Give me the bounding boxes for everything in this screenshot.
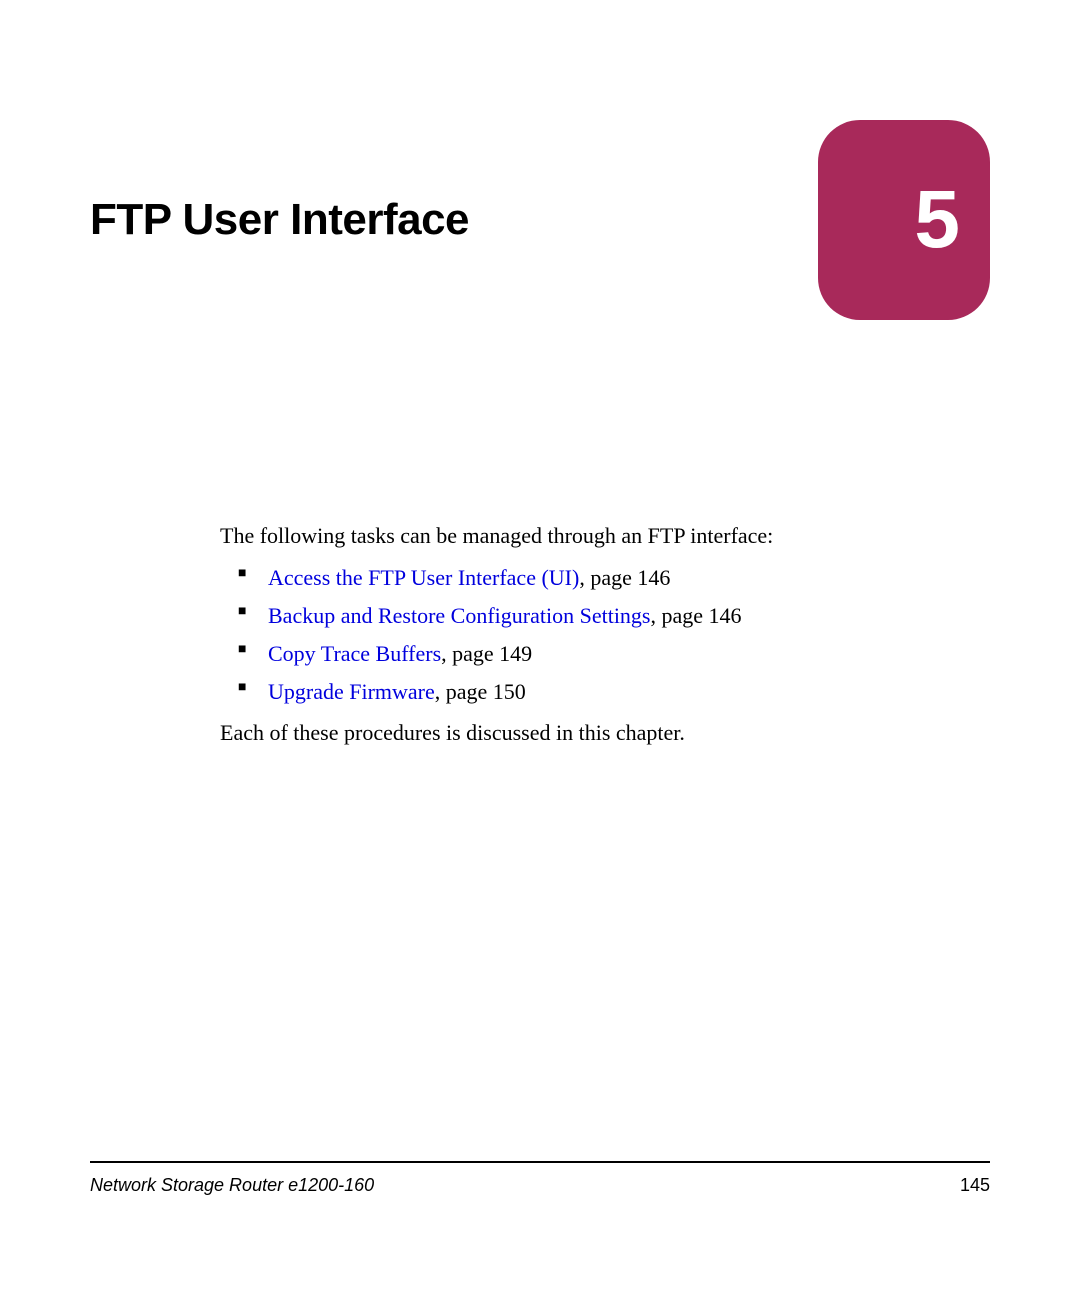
task-list: Access the FTP User Interface (UI), page… (238, 562, 990, 708)
cross-reference-link[interactable]: Upgrade Firmware (268, 679, 435, 704)
closing-paragraph: Each of these procedures is discussed in… (220, 717, 990, 749)
chapter-title: FTP User Interface (90, 195, 469, 245)
page-reference: , page 146 (651, 603, 742, 628)
cross-reference-link[interactable]: Backup and Restore Configuration Setting… (268, 603, 651, 628)
page-reference: , page 149 (441, 641, 532, 666)
list-item: Upgrade Firmware, page 150 (238, 676, 990, 708)
cross-reference-link[interactable]: Copy Trace Buffers (268, 641, 441, 666)
page-footer: Network Storage Router e1200-160 145 (90, 1175, 990, 1196)
footer-document-title: Network Storage Router e1200-160 (90, 1175, 374, 1196)
cross-reference-link[interactable]: Access the FTP User Interface (UI) (268, 565, 579, 590)
intro-paragraph: The following tasks can be managed throu… (220, 520, 990, 552)
chapter-badge: 5 (818, 120, 990, 320)
list-item: Backup and Restore Configuration Setting… (238, 600, 990, 632)
document-page: FTP User Interface 5 The following tasks… (0, 0, 1080, 1296)
footer-rule (90, 1161, 990, 1163)
list-item: Copy Trace Buffers, page 149 (238, 638, 990, 670)
page-reference: , page 150 (435, 679, 526, 704)
page-reference: , page 146 (579, 565, 670, 590)
list-item: Access the FTP User Interface (UI), page… (238, 562, 990, 594)
chapter-number: 5 (914, 173, 960, 267)
chapter-content: The following tasks can be managed throu… (220, 520, 990, 749)
footer-page-number: 145 (960, 1175, 990, 1196)
chapter-header: FTP User Interface 5 (90, 120, 990, 320)
